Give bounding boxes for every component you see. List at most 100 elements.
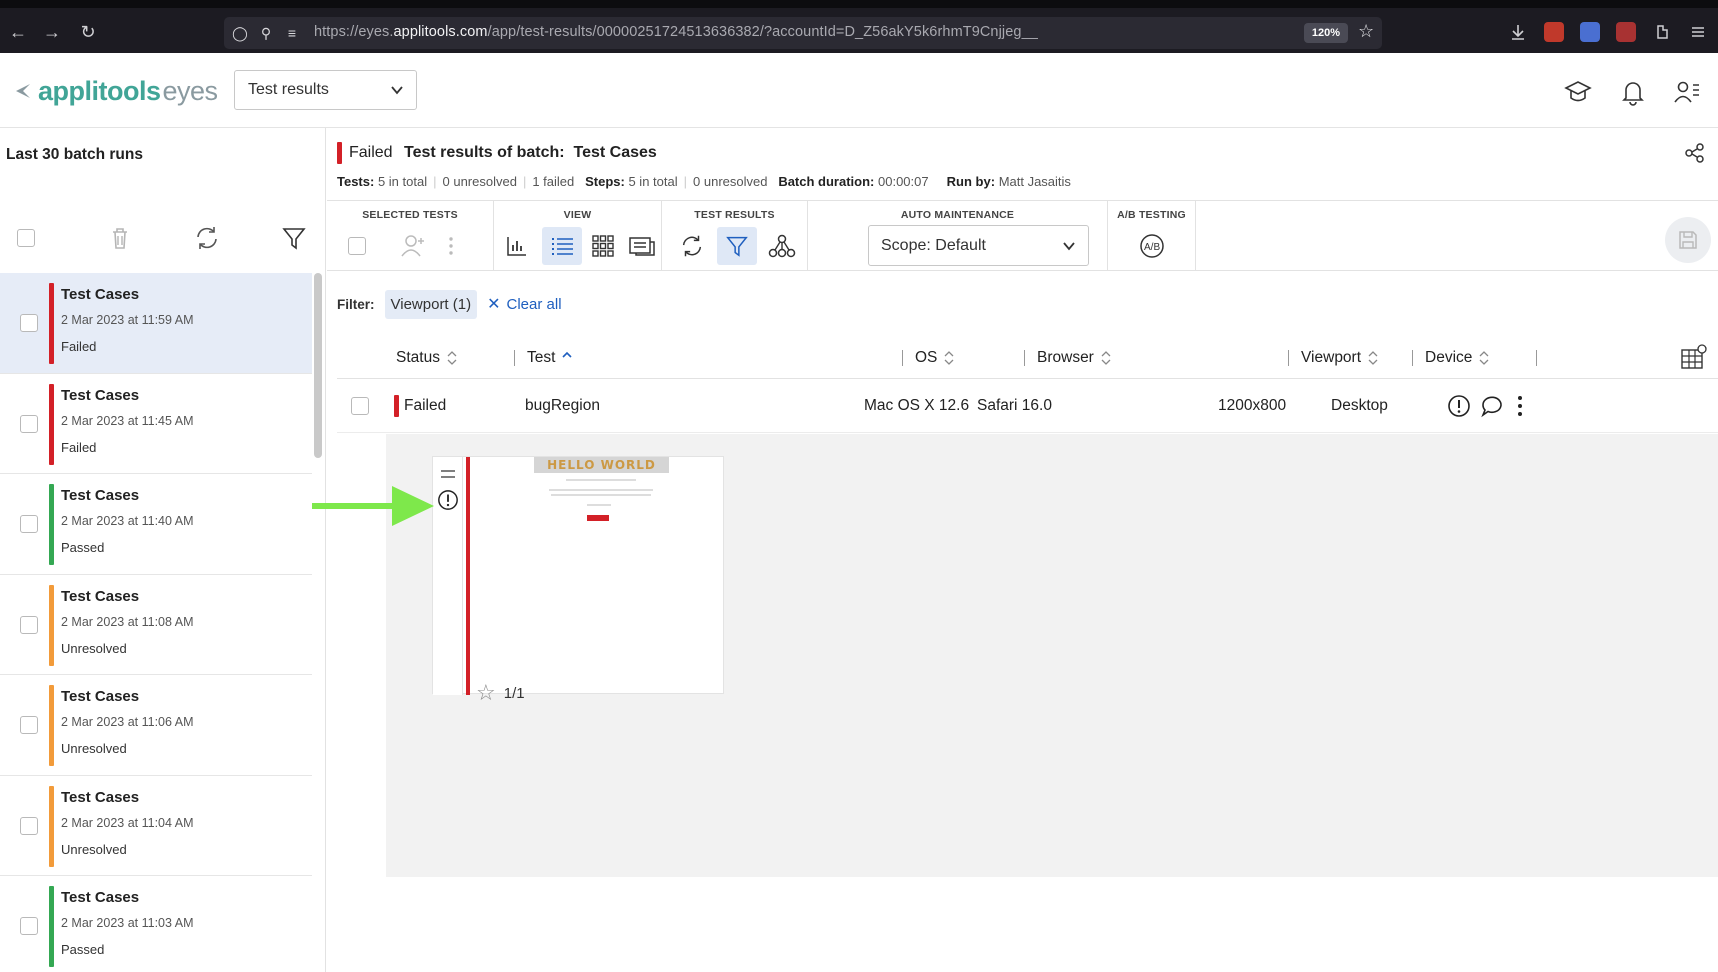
more-actions-button[interactable] xyxy=(441,227,461,265)
batch-status: Unresolved xyxy=(61,741,127,756)
batch-checkbox[interactable] xyxy=(20,615,38,634)
view-details-button[interactable] xyxy=(622,227,662,265)
bell-icon[interactable] xyxy=(1618,77,1648,107)
graduation-cap-icon[interactable] xyxy=(1563,77,1593,107)
row-os: Mac OS X 12.6 xyxy=(864,397,970,414)
batch-checkbox[interactable] xyxy=(20,515,38,533)
filter-icon[interactable] xyxy=(280,224,308,252)
batch-list: Test Cases 2 Mar 2023 at 11:59 AM Failed Te… xyxy=(0,273,312,972)
column-header-browser[interactable]: Browser xyxy=(1024,349,1111,367)
back-icon[interactable]: ← xyxy=(6,20,30,44)
row-device: Desktop xyxy=(1331,397,1388,414)
close-icon: ✕ xyxy=(487,296,501,313)
filter-results-button[interactable] xyxy=(717,227,757,265)
batch-checkbox[interactable] xyxy=(20,917,38,935)
batch-status: Passed xyxy=(61,540,105,555)
sidebar-scrollbar[interactable] xyxy=(314,273,322,458)
step-screenshot[interactable]: HELLO WORLD xyxy=(473,457,723,693)
batch-stats: Tests: 5 in total | 0 unresolved | 1 failed … xyxy=(337,174,1071,189)
reload-icon[interactable]: ↻ xyxy=(76,20,100,44)
batch-checkbox[interactable] xyxy=(20,314,38,332)
ab-testing-button[interactable]: A/B xyxy=(1132,227,1172,265)
batch-status: Unresolved xyxy=(61,640,127,656)
bar-chart-icon xyxy=(507,237,526,256)
column-header-test[interactable]: Test xyxy=(514,349,573,367)
batch-list-item[interactable]: Test Cases 2 Mar 2023 at 11:40 AM Passed xyxy=(0,474,312,575)
menu-icon[interactable] xyxy=(1688,22,1708,42)
sidebar-toolbar xyxy=(0,220,325,260)
batch-name: Test Cases xyxy=(61,788,140,806)
issue-icon[interactable] xyxy=(1447,394,1471,418)
column-header-status[interactable]: Status xyxy=(396,349,457,367)
refresh-icon xyxy=(682,235,702,257)
column-header-device[interactable]: Device xyxy=(1412,349,1489,367)
extensions-icon[interactable] xyxy=(1652,22,1672,42)
comment-icon[interactable] xyxy=(1480,394,1504,418)
table-row[interactable]: Failed bugRegion Mac OS X 12.6 Safari 16… xyxy=(337,379,1718,433)
share-icon[interactable] xyxy=(1684,142,1706,164)
row-test-name[interactable]: bugRegion xyxy=(525,397,600,415)
view-chart-button[interactable] xyxy=(497,227,537,265)
kebab-icon[interactable] xyxy=(1517,395,1523,417)
logo-text: applitools xyxy=(38,75,161,106)
save-button[interactable] xyxy=(1665,217,1711,263)
save-icon xyxy=(1679,231,1697,249)
address-bar[interactable]: ◯ ⚲ ≡ https://eyes.applitools.com/app/te… xyxy=(224,17,1382,49)
group-results-button[interactable] xyxy=(762,227,802,265)
list-icon xyxy=(552,238,573,255)
grid-icon xyxy=(592,235,614,257)
batch-status-bar xyxy=(49,886,54,967)
batch-list-item[interactable]: Test Cases 2 Mar 2023 at 11:04 AM Unresolv… xyxy=(0,775,312,876)
step-counter: 1/1 xyxy=(503,684,525,702)
forward-icon[interactable]: → xyxy=(40,20,64,44)
clear-all-filters-link[interactable]: ✕ Clear all xyxy=(487,294,561,314)
selected-tests-group: SELECTED TESTS xyxy=(327,201,494,271)
batch-status-bar xyxy=(49,383,54,465)
viewport-filter-chip[interactable]: Viewport (1) xyxy=(384,289,478,319)
column-header-os[interactable]: OS xyxy=(902,349,954,367)
assign-user-button[interactable] xyxy=(393,227,433,265)
batch-list-item[interactable]: Test Cases 2 Mar 2023 at 11:08 AM Unresolv… xyxy=(0,574,312,675)
applitools-logo[interactable]: applitools eyes xyxy=(12,73,218,109)
extension-icon[interactable] xyxy=(1616,22,1636,42)
sidebar-title: Last 30 batch runs xyxy=(6,146,143,163)
batch-list-item[interactable]: Test Cases 2 Mar 2023 at 11:59 AM Failed xyxy=(0,273,312,374)
ab-icon: A/B xyxy=(1140,234,1164,258)
shield-icon: ◯ xyxy=(232,25,248,41)
batch-list-item[interactable]: Test Cases 2 Mar 2023 at 11:06 AM Unresolv… xyxy=(0,675,312,776)
star-icon[interactable]: ☆ xyxy=(476,680,496,706)
select-all-checkbox[interactable] xyxy=(17,229,35,247)
select-all-tests-checkbox[interactable] xyxy=(348,237,366,255)
batch-checkbox[interactable] xyxy=(20,716,38,734)
scope-dropdown[interactable]: Scope: Default xyxy=(868,225,1089,266)
extension-icon[interactable] xyxy=(1544,22,1564,42)
batch-date: 2 Mar 2023 at 11:08 AM xyxy=(61,614,194,629)
row-checkbox[interactable] xyxy=(351,397,369,415)
zoom-extension-icon[interactable] xyxy=(1580,22,1600,42)
hierarchy-icon xyxy=(768,234,796,258)
user-menu-icon[interactable] xyxy=(1672,77,1702,107)
view-list-button[interactable] xyxy=(542,227,582,265)
batch-checkbox[interactable] xyxy=(20,816,38,835)
step-thumbnail-card[interactable]: HELLO WORLD xyxy=(432,456,724,695)
batch-checkbox[interactable] xyxy=(20,414,38,433)
group-label: SELECTED TESTS xyxy=(362,209,458,221)
expanded-test-steps: HELLO WORLD ☆ 1/1 xyxy=(386,434,1718,877)
download-icon[interactable] xyxy=(1508,22,1528,42)
trash-icon[interactable] xyxy=(106,224,134,252)
refresh-results-button[interactable] xyxy=(672,227,712,265)
view-grid-button[interactable] xyxy=(583,227,623,265)
refresh-icon[interactable] xyxy=(193,224,221,252)
zoom-badge[interactable]: 120% xyxy=(1304,23,1348,43)
equal-icon[interactable] xyxy=(439,469,457,479)
batch-name: Test Cases xyxy=(61,487,140,504)
tab-strip xyxy=(0,0,1718,8)
column-settings-icon[interactable] xyxy=(1680,343,1708,371)
column-header-viewport[interactable]: Viewport xyxy=(1288,349,1378,367)
bookmark-star-icon[interactable]: ☆ xyxy=(1358,21,1374,42)
batch-list-item[interactable]: Test Cases 2 Mar 2023 at 11:03 AM Passed xyxy=(0,876,312,972)
batch-status: Failed xyxy=(349,144,393,161)
issue-icon[interactable] xyxy=(437,489,459,511)
page-select-dropdown[interactable]: Test results xyxy=(234,70,417,110)
batch-list-item[interactable]: Test Cases 2 Mar 2023 at 11:45 AM Failed xyxy=(0,373,312,474)
